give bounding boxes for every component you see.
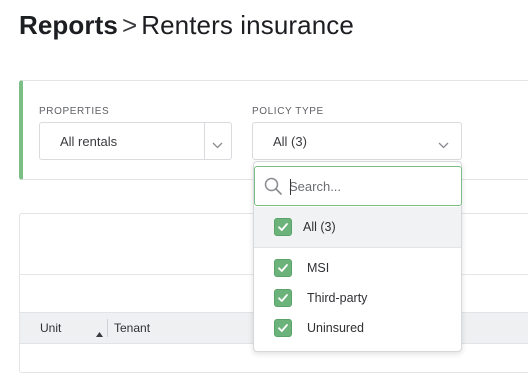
select-divider xyxy=(204,123,205,159)
column-header-unit[interactable]: Unit xyxy=(40,321,61,335)
chevron-down-icon[interactable] xyxy=(212,137,223,152)
option-uninsured[interactable]: Uninsured xyxy=(254,313,461,343)
check-icon xyxy=(278,294,288,302)
sort-asc-icon[interactable] xyxy=(96,324,103,342)
checkbox-third-party[interactable] xyxy=(274,289,292,307)
policy-type-filter-label: POLICY TYPE xyxy=(252,106,324,117)
text-caret xyxy=(290,179,291,195)
check-icon xyxy=(278,264,288,272)
checkbox-uninsured[interactable] xyxy=(274,319,292,337)
chevron-down-icon[interactable] xyxy=(438,137,449,152)
option-all-label: All (3) xyxy=(303,220,336,234)
breadcrumb-reports-link[interactable]: Reports xyxy=(19,10,118,40)
option-msi-label: MSI xyxy=(307,261,330,275)
option-msi[interactable]: MSI xyxy=(254,253,461,283)
check-icon xyxy=(278,223,288,231)
checkbox-all[interactable] xyxy=(274,218,292,236)
policy-type-select-value: All (3) xyxy=(273,134,307,149)
option-uninsured-label: Uninsured xyxy=(307,321,364,335)
breadcrumb-separator: > xyxy=(121,10,138,40)
column-header-tenant[interactable]: Tenant xyxy=(114,321,150,335)
option-third-party-label: Third-party xyxy=(307,291,368,305)
search-input[interactable] xyxy=(289,174,453,198)
page-title: Reports > Renters insurance xyxy=(19,10,354,41)
policy-type-select[interactable]: All (3) xyxy=(252,122,462,160)
checkbox-msi[interactable] xyxy=(274,259,292,277)
properties-filter-label: PROPERTIES xyxy=(39,106,110,117)
search-icon xyxy=(264,177,282,200)
policy-type-dropdown: All (3) MSI Third-party Uninsured xyxy=(253,161,462,352)
column-separator[interactable] xyxy=(107,319,108,337)
properties-select-value: All rentals xyxy=(60,134,118,149)
check-icon xyxy=(278,324,288,332)
option-third-party[interactable]: Third-party xyxy=(254,283,461,313)
properties-select[interactable]: All rentals xyxy=(39,122,232,160)
dropdown-search xyxy=(254,166,462,206)
option-all[interactable]: All (3) xyxy=(254,207,461,248)
breadcrumb-current: Renters insurance xyxy=(141,10,354,40)
